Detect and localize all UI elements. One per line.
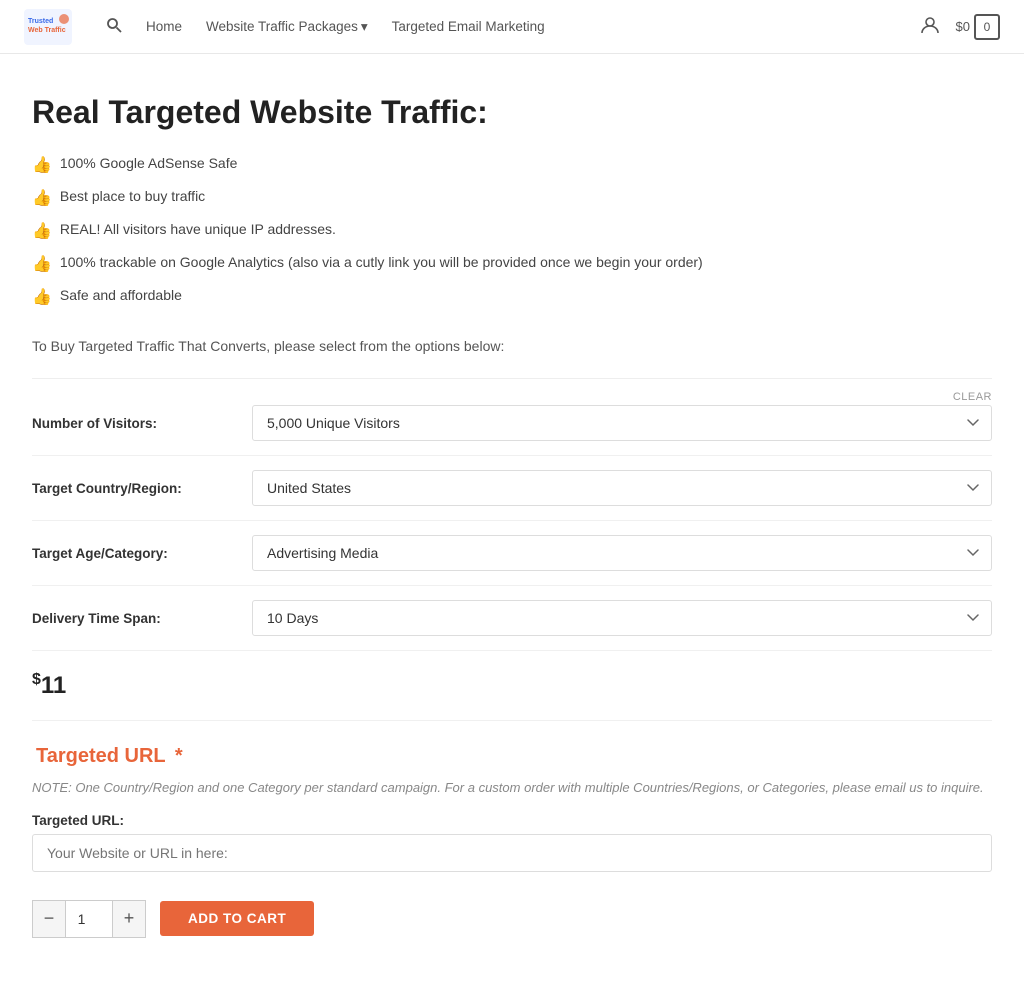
feature-item: 👍REAL! All visitors have unique IP addre… — [32, 219, 992, 244]
option-label: Target Age/Category: — [32, 546, 252, 561]
option-row: Target Country/Region:United StatesUnite… — [32, 456, 992, 521]
navbar: Trusted Web Traffic Home Website Traffic… — [0, 0, 1024, 54]
page-title: Real Targeted Website Traffic: — [32, 94, 992, 131]
feature-item: 👍Safe and affordable — [32, 285, 992, 310]
option-label: Delivery Time Span: — [32, 611, 252, 626]
nav-email-marketing[interactable]: Targeted Email Marketing — [382, 13, 555, 40]
option-row: Target Age/Category:Advertising MediaArt… — [32, 521, 992, 586]
cart-price: $0 — [956, 19, 970, 34]
cart-area[interactable]: $0 0 — [956, 14, 1000, 40]
nav-home[interactable]: Home — [136, 13, 192, 40]
chevron-down-icon: ▾ — [361, 19, 368, 35]
feature-item: 👍100% trackable on Google Analytics (als… — [32, 252, 992, 277]
options-section: CLEAR Number of Visitors:1,000 Unique Vi… — [32, 378, 992, 651]
search-icon[interactable] — [96, 11, 132, 42]
option-label: Number of Visitors: — [32, 416, 252, 431]
url-section-title: Targeted URL * — [32, 745, 992, 768]
cart-badge[interactable]: 0 — [974, 14, 1000, 40]
navbar-right: $0 0 — [920, 14, 1000, 40]
price-display: $11 — [32, 672, 66, 699]
logo[interactable]: Trusted Web Traffic — [24, 9, 72, 45]
feature-item: 👍Best place to buy traffic — [32, 186, 992, 211]
thumbs-up-icon: 👍 — [32, 187, 52, 211]
thumbs-up-icon: 👍 — [32, 286, 52, 310]
nav-traffic-packages[interactable]: Website Traffic Packages ▾ — [196, 13, 378, 41]
main-content: Real Targeted Website Traffic: 👍100% Goo… — [12, 54, 1012, 998]
option-select-0[interactable]: 1,000 Unique Visitors2,500 Unique Visito… — [252, 405, 992, 441]
nav-links: Home Website Traffic Packages ▾ Targeted… — [96, 11, 920, 42]
quantity-input[interactable] — [66, 900, 112, 938]
url-label: Targeted URL: — [32, 813, 992, 828]
add-to-cart-button[interactable]: ADD TO CART — [160, 901, 314, 936]
user-icon[interactable] — [920, 15, 944, 39]
thumbs-up-icon: 👍 — [32, 220, 52, 244]
price-symbol: $ — [32, 671, 41, 688]
option-select-2[interactable]: Advertising MediaArts & EntertainmentBus… — [252, 535, 992, 571]
select-instruction: To Buy Targeted Traffic That Converts, p… — [32, 338, 992, 354]
quantity-decrease-button[interactable]: − — [32, 900, 66, 938]
option-select-3[interactable]: 5 Days10 Days15 Days30 Days — [252, 600, 992, 636]
option-row: Delivery Time Span:5 Days10 Days15 Days3… — [32, 586, 992, 651]
thumbs-up-icon: 👍 — [32, 253, 52, 277]
option-select-1[interactable]: United StatesUnited KingdomCanadaAustral… — [252, 470, 992, 506]
required-marker: * — [175, 745, 183, 767]
svg-text:Trusted: Trusted — [28, 18, 53, 25]
cart-action: − + ADD TO CART — [32, 900, 992, 938]
url-input[interactable] — [32, 834, 992, 872]
option-label: Target Country/Region: — [32, 481, 252, 496]
quantity-increase-button[interactable]: + — [112, 900, 146, 938]
svg-text:Web Traffic: Web Traffic — [28, 27, 66, 34]
thumbs-up-icon: 👍 — [32, 154, 52, 178]
url-note: NOTE: One Country/Region and one Categor… — [32, 778, 992, 799]
feature-list: 👍100% Google AdSense Safe 👍Best place to … — [32, 153, 992, 310]
price-value: 11 — [41, 672, 66, 699]
url-section: Targeted URL * NOTE: One Country/Region … — [32, 721, 992, 872]
feature-item: 👍100% Google AdSense Safe — [32, 153, 992, 178]
option-row: Number of Visitors:1,000 Unique Visitors… — [32, 391, 992, 456]
clear-button[interactable]: CLEAR — [953, 391, 992, 403]
price-section: $11 — [32, 651, 992, 721]
